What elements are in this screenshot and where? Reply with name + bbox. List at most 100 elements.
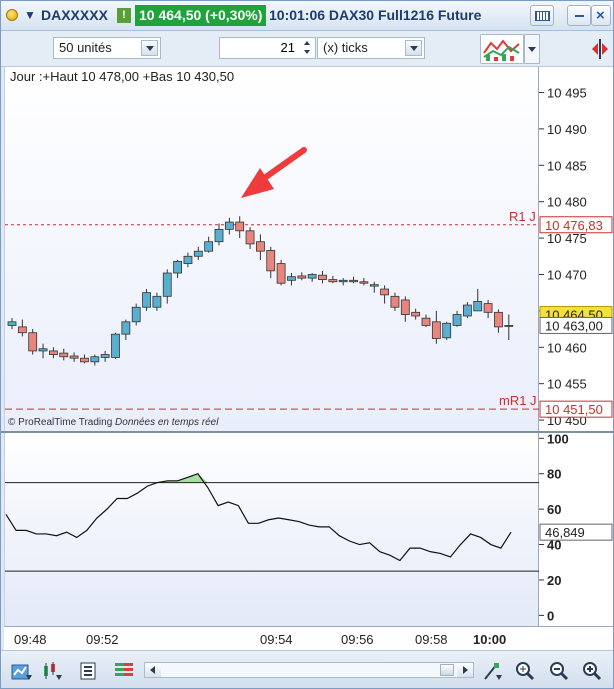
- indicator-value-tag: 46,849: [545, 525, 585, 540]
- title-bar: ▼ DAXXXXX ! 10 464,50 (+0,30%) 10:01:06 …: [1, 1, 613, 31]
- time-scrollbar[interactable]: [144, 662, 474, 678]
- chart-window: ▼ DAXXXXX ! 10 464,50 (+0,30%) 10:01:06 …: [0, 0, 614, 689]
- ticks-select[interactable]: (x) ticks: [317, 37, 425, 59]
- chevron-down-icon[interactable]: [405, 40, 422, 56]
- drawing-tools-icon[interactable]: [481, 661, 503, 681]
- candle-body: [328, 279, 338, 283]
- candle-body: [131, 306, 141, 323]
- candle-body: [349, 279, 358, 283]
- price-tick-label: 10 470: [547, 267, 587, 282]
- time-label: 09:54: [260, 632, 293, 647]
- candle-body: [442, 322, 452, 339]
- candle-body: [462, 304, 472, 317]
- candle-body: [307, 274, 317, 279]
- candle-body: [173, 260, 183, 274]
- candle-body: [245, 230, 255, 245]
- candle-body: [421, 317, 431, 326]
- instrument-menu-caret-icon[interactable]: ▼: [24, 8, 36, 22]
- instrument-description: 10:01:06 DAX30 Full1216 Future: [269, 7, 482, 23]
- candle-body: [38, 348, 48, 352]
- indicator-tick-label: 100: [547, 433, 569, 446]
- price-tick-label: 10 475: [547, 231, 587, 246]
- candle-body: [287, 276, 296, 281]
- candle-body: [69, 355, 79, 359]
- candle-body: [214, 228, 224, 243]
- zoom-out-icon[interactable]: [548, 661, 570, 681]
- add-indicator-icon[interactable]: [11, 661, 33, 681]
- price-tick-label: 10 485: [547, 158, 587, 173]
- annotation-arrow-shaft: [260, 147, 307, 182]
- chart-type-dropdown[interactable]: [524, 34, 540, 64]
- candle-body: [390, 295, 400, 308]
- instrument-name[interactable]: DAXXXXX: [41, 7, 108, 23]
- candle-body: [359, 281, 369, 284]
- candle-body: [266, 250, 276, 272]
- depth-icon[interactable]: [113, 661, 135, 681]
- indicator-tick-label: 0: [547, 608, 554, 623]
- candle-body: [90, 356, 100, 363]
- price-tick-label: 10 495: [547, 85, 587, 100]
- candle-body: [183, 255, 193, 264]
- candle-body: [297, 275, 307, 279]
- candle-body: [504, 325, 514, 327]
- candle-body: [59, 352, 69, 358]
- r1-level-label: R1 J: [509, 209, 536, 224]
- close-button[interactable]: ×: [591, 5, 611, 26]
- time-axis[interactable]: 09:48 09:52 09:54 09:56 09:58 10:00: [4, 626, 613, 650]
- ticks-count-value: 21: [280, 40, 295, 55]
- price-tick-label: 10 460: [547, 340, 587, 355]
- stepper-arrows-icon[interactable]: [301, 39, 314, 57]
- scroll-left-button[interactable]: [145, 663, 161, 677]
- scroll-right-button[interactable]: [457, 663, 473, 677]
- ticks-select-value: (x) ticks: [323, 40, 368, 55]
- time-label: 09:48: [14, 632, 47, 647]
- realtime-text: Données en temps réel: [115, 417, 219, 428]
- candle-body: [318, 274, 327, 280]
- units-select-value: 50 unités: [59, 40, 112, 55]
- candle-body: [80, 357, 89, 363]
- candle-body: [380, 288, 390, 296]
- data-source-note: © ProRealTime Trading Données en temps r…: [8, 417, 218, 428]
- candle-body: [142, 292, 151, 308]
- candle-body: [276, 263, 286, 284]
- indicator-chart[interactable]: 100806040200 46,849: [1, 433, 613, 626]
- candle-body: [224, 221, 234, 230]
- time-label: 09:56: [341, 632, 374, 647]
- minimize-button[interactable]: [567, 5, 591, 26]
- candle-body: [235, 221, 245, 232]
- price-chart[interactable]: 10 495 10 490 10 485 10 480 10 475 10 470 10 4…: [1, 67, 613, 431]
- price-tick-label: 10 490: [547, 122, 587, 137]
- time-label: 10:00: [473, 632, 507, 647]
- scroll-thumb[interactable]: [440, 664, 454, 676]
- mr1-level-label: mR1 J: [499, 393, 537, 408]
- candle-body: [255, 241, 265, 252]
- candle-body: [338, 279, 348, 283]
- zoom-in-icon[interactable]: [581, 661, 603, 681]
- candle-body: [204, 241, 214, 252]
- expand-arrows-icon[interactable]: [589, 34, 611, 64]
- candles-icon[interactable]: [41, 661, 63, 681]
- units-select[interactable]: 50 unités: [53, 37, 161, 59]
- chevron-down-icon[interactable]: [141, 40, 158, 56]
- indicator-tick-label: 60: [547, 502, 561, 517]
- candle-body: [193, 250, 203, 257]
- zoom-fit-icon[interactable]: [514, 661, 536, 681]
- alert-flag-icon[interactable]: !: [117, 8, 131, 23]
- mr1-price-tag: 10 451,50: [545, 402, 603, 417]
- list-icon[interactable]: [78, 661, 100, 681]
- ticks-count-stepper[interactable]: 21: [219, 37, 316, 59]
- candle-body: [152, 295, 162, 308]
- candle-body: [369, 284, 379, 287]
- candle-body: [452, 314, 462, 326]
- daily-high-low-info: Jour :+Haut 10 478,00 +Bas 10 430,50: [10, 69, 235, 84]
- chart-type-button[interactable]: [480, 34, 524, 64]
- candle-body: [162, 272, 172, 297]
- cursor-price-tag: 10 463,00: [545, 318, 603, 333]
- candle-body: [483, 303, 493, 313]
- candle-body: [28, 332, 38, 352]
- indicator-tick-label: 20: [547, 573, 561, 588]
- chart-type-icon: [481, 35, 523, 63]
- bottom-toolbar: [1, 650, 613, 688]
- candle-body: [431, 321, 441, 339]
- keyboard-icon[interactable]: [530, 5, 554, 26]
